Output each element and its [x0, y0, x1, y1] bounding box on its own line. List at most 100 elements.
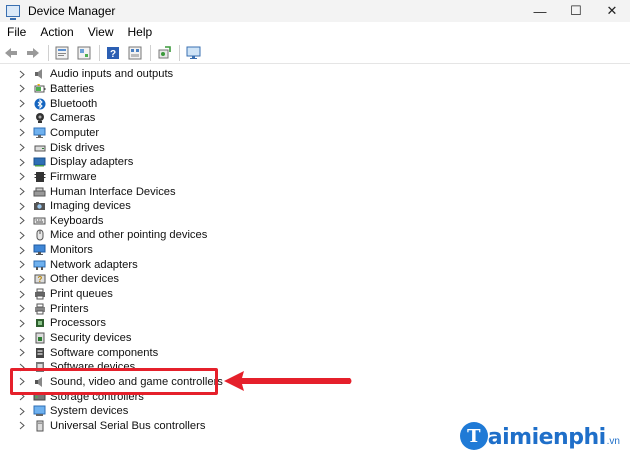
print-queue-icon [33, 288, 46, 300]
tree-item-system-devices[interactable]: System devices [0, 404, 300, 419]
chevron-right-icon[interactable] [18, 141, 26, 155]
menu-view[interactable]: View [81, 25, 121, 39]
scan-hardware-icon[interactable] [155, 44, 173, 62]
device-manager-app-icon [6, 5, 20, 20]
watermark-logo-icon: T [459, 422, 488, 450]
monitor-icon [33, 244, 46, 256]
system-icon [33, 405, 46, 417]
tree-item-keyboards[interactable]: Keyboards [0, 214, 300, 229]
chevron-right-icon[interactable] [18, 331, 26, 345]
menu-bar: File Action View Help [0, 22, 630, 42]
tree-item-printers[interactable]: Printers [0, 301, 300, 316]
tree-item-disk-drives[interactable]: Disk drives [0, 140, 300, 155]
tree-item-bluetooth[interactable]: Bluetooth [0, 96, 300, 111]
tree-item-other-devices[interactable]: ? Other devices [0, 272, 300, 287]
chevron-right-icon[interactable] [18, 82, 26, 96]
tree-item-label: Firmware [50, 170, 97, 183]
tree-item-computer[interactable]: Computer [0, 126, 300, 141]
tree-item-print-queues[interactable]: Print queues [0, 287, 300, 302]
computer-icon [33, 127, 46, 139]
disk-icon [33, 142, 46, 154]
chevron-right-icon[interactable] [18, 419, 26, 433]
chevron-right-icon[interactable] [18, 214, 26, 228]
tree-item-label: Bluetooth [50, 97, 98, 110]
tree-item-software-components[interactable]: Software components [0, 345, 300, 360]
tree-item-monitors[interactable]: Monitors [0, 243, 300, 258]
window-controls: — ☐ ✕ [522, 0, 630, 22]
toolbar: ? [0, 42, 630, 64]
tree-item-label: Audio inputs and outputs [50, 68, 174, 81]
tree-item-display-adapters[interactable]: Display adapters [0, 155, 300, 170]
tree-item-imaging-devices[interactable]: Imaging devices [0, 199, 300, 214]
tree-item-batteries[interactable]: Batteries [0, 82, 300, 97]
tree-item-processors[interactable]: Processors [0, 316, 300, 331]
processor-icon [33, 317, 46, 329]
update-driver-icon[interactable] [75, 44, 93, 62]
minimize-button[interactable]: — [522, 0, 558, 22]
chevron-right-icon[interactable] [18, 228, 26, 242]
help-icon[interactable]: ? [104, 44, 122, 62]
chevron-right-icon[interactable] [18, 155, 26, 169]
keyboard-icon [33, 215, 46, 227]
annotation-highlight-box [10, 368, 218, 395]
network-icon [33, 259, 46, 271]
chevron-right-icon[interactable] [18, 272, 26, 286]
tree-item-label: Software components [50, 346, 159, 359]
watermark: T aimienphi .vn [459, 422, 620, 450]
security-icon [33, 332, 46, 344]
forward-arrow-icon[interactable] [24, 44, 42, 62]
tree-item-label: Human Interface Devices [50, 185, 176, 198]
tree-item-universal-serial-bus-controllers[interactable]: Universal Serial Bus controllers [0, 419, 300, 434]
close-button[interactable]: ✕ [594, 0, 630, 22]
tree-item-network-adapters[interactable]: Network adapters [0, 257, 300, 272]
software-component-icon [33, 347, 46, 359]
watermark-text: aimienphi [487, 425, 606, 450]
monitor-icon[interactable] [184, 44, 202, 62]
bluetooth-icon [33, 98, 46, 110]
chevron-right-icon[interactable] [18, 258, 26, 272]
chevron-right-icon[interactable] [18, 316, 26, 330]
tree-item-firmware[interactable]: Firmware [0, 170, 300, 185]
tree-item-cameras[interactable]: Cameras [0, 111, 300, 126]
chevron-right-icon[interactable] [18, 199, 26, 213]
speaker-icon [33, 68, 46, 80]
tree-item-label: Universal Serial Bus controllers [50, 419, 206, 432]
chevron-right-icon[interactable] [18, 302, 26, 316]
menu-file[interactable]: File [0, 25, 33, 39]
chevron-right-icon[interactable] [18, 97, 26, 111]
svg-text:?: ? [110, 49, 116, 60]
tree-item-security-devices[interactable]: Security devices [0, 331, 300, 346]
tree-item-label: Cameras [50, 112, 96, 125]
chevron-right-icon[interactable] [18, 67, 26, 81]
hid-icon [33, 186, 46, 198]
menu-help[interactable]: Help [121, 25, 160, 39]
toolbar-separator [150, 44, 151, 61]
chevron-right-icon[interactable] [18, 185, 26, 199]
tree-item-label: Keyboards [50, 214, 104, 227]
chevron-right-icon[interactable] [18, 111, 26, 125]
show-hidden-icon[interactable] [126, 44, 144, 62]
chevron-right-icon[interactable] [18, 346, 26, 360]
tree-item-human-interface-devices[interactable]: Human Interface Devices [0, 184, 300, 199]
tree-item-mice-and-other-pointing-devices[interactable]: Mice and other pointing devices [0, 228, 300, 243]
toolbar-separator [179, 44, 180, 61]
chevron-right-icon[interactable] [18, 404, 26, 418]
tree-item-label: Imaging devices [50, 200, 131, 213]
back-arrow-icon[interactable] [2, 44, 20, 62]
maximize-button[interactable]: ☐ [558, 0, 594, 22]
tree-item-audio-inputs-and-outputs[interactable]: Audio inputs and outputs [0, 67, 300, 82]
chevron-right-icon[interactable] [18, 170, 26, 184]
tree-item-label: Processors [50, 317, 106, 330]
tree-item-label: System devices [50, 405, 129, 418]
camera-icon [33, 112, 46, 124]
menu-action[interactable]: Action [33, 25, 80, 39]
tree-item-label: Computer [50, 126, 100, 139]
watermark-suffix: .vn [606, 436, 620, 447]
tree-item-label: Security devices [50, 332, 132, 344]
chevron-right-icon[interactable] [18, 243, 26, 257]
firmware-icon [33, 171, 46, 183]
tree-item-label: Disk drives [50, 141, 105, 154]
chevron-right-icon[interactable] [18, 287, 26, 301]
properties-icon[interactable] [53, 44, 71, 62]
chevron-right-icon[interactable] [18, 126, 26, 140]
